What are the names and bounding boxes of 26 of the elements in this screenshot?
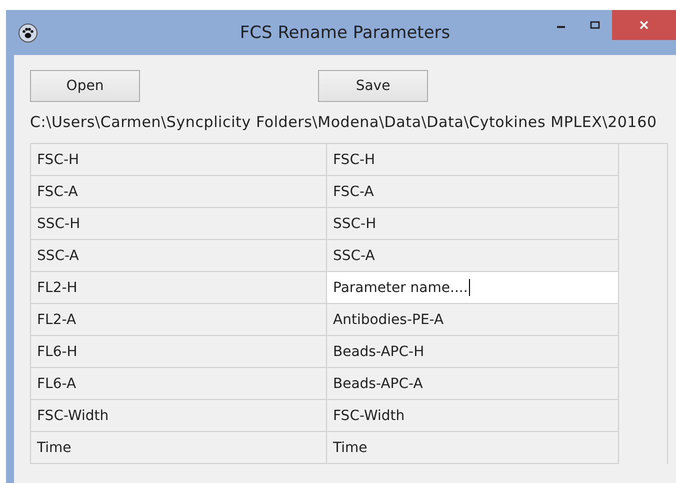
open-button[interactable]: Open [30, 70, 140, 102]
table-cell: Time [31, 432, 327, 464]
table-cell[interactable]: SSC-H [327, 208, 619, 240]
paw-icon [18, 22, 38, 42]
table-cell[interactable]: FSC-A [327, 176, 619, 208]
table-cell[interactable]: FSC-H [327, 144, 619, 176]
table-cell: FSC-Width [31, 400, 327, 432]
table-cell[interactable]: FSC-Width [327, 400, 619, 432]
close-icon [639, 20, 649, 30]
table-cell: SSC-A [31, 240, 327, 272]
table-cell[interactable]: Time [327, 432, 619, 464]
table-cell: FL2-A [31, 304, 327, 336]
table-cell: FSC-H [31, 144, 327, 176]
table-cell: FL2-H [31, 272, 327, 304]
file-path: C:\Users\Carmen\Syncplicity Folders\Modena\Data\Data\Cytokines MPLEX\20160 [30, 113, 657, 131]
input-field[interactable]: Parameter name.... [327, 272, 619, 304]
table-cell[interactable]: Beads-APC-A [327, 368, 619, 400]
table-cell: SSC-H [31, 208, 327, 240]
window-title: FCS Rename Parameters [240, 22, 450, 42]
table-cell: FSC-A [31, 176, 327, 208]
save-button[interactable]: Save [318, 70, 428, 102]
table-cell: FL6-A [31, 368, 327, 400]
table-cell[interactable]: Antibodies-PE-A [327, 304, 619, 336]
table-cell: FL6-H [31, 336, 327, 368]
maximize-icon [590, 20, 600, 30]
table-cell[interactable]: Beads-APC-H [327, 336, 619, 368]
